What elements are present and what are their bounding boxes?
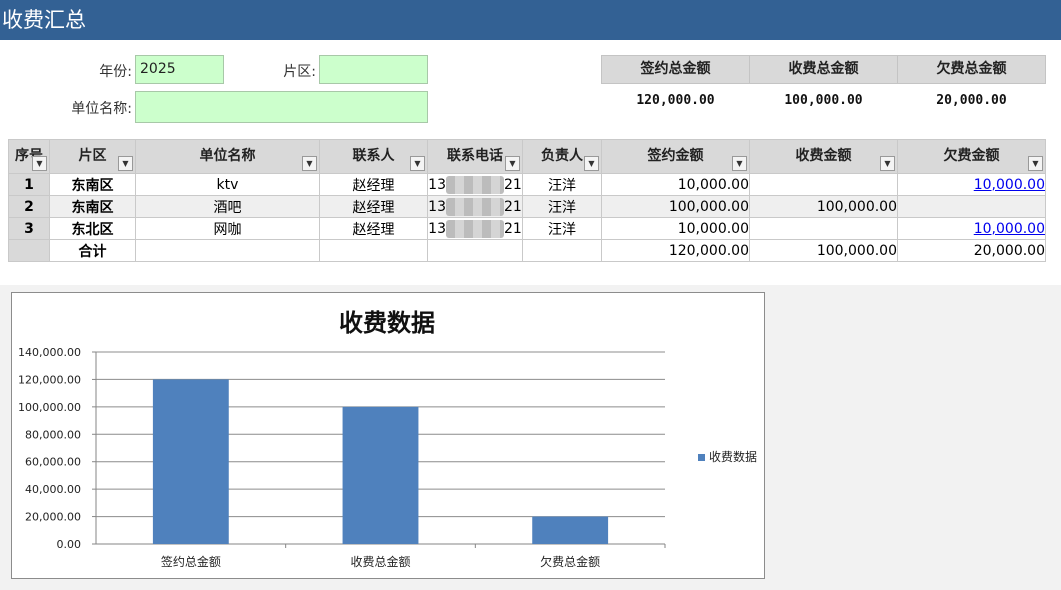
bar <box>342 406 419 544</box>
chart-plot: 0.00 20,000.00 40,000.00 60,000.00 80,000.00… <box>18 346 666 569</box>
y-tick-label: 60,000.00 <box>25 456 81 469</box>
y-tick-label: 80,000.00 <box>25 428 81 441</box>
row-index: 3 <box>8 217 50 240</box>
y-tick-label: 140,000.00 <box>18 346 81 359</box>
total-label: 合计 <box>49 239 136 262</box>
col-header-owed: 欠费金额 ▼ <box>897 139 1046 174</box>
row-index: 2 <box>8 195 50 218</box>
owner-cell: 汪洋 <box>522 173 602 196</box>
paid-cell: 100,000.00 <box>749 195 898 218</box>
phone-cell: 13 21 <box>427 195 523 218</box>
total-owed: 20,000.00 <box>897 239 1046 262</box>
col-header-index: 序号 ▼ <box>8 139 50 174</box>
owner-cell: 汪洋 <box>522 217 602 240</box>
y-tick-label: 120,000.00 <box>18 373 81 386</box>
y-tick-label: 0.00 <box>57 538 82 551</box>
summary-header-signed: 签约总金额 <box>601 55 750 84</box>
y-tick-label: 40,000.00 <box>25 483 81 496</box>
phone-cell: 13 21 <box>427 217 523 240</box>
col-header-phone: 联系电话 ▼ <box>427 139 523 174</box>
col-header-unit: 单位名称 ▼ <box>135 139 320 174</box>
table-row: 1 东南区 ktv 赵经理 13 21 汪洋 10,000.00 10,000.0… <box>8 173 1046 196</box>
area-cell: 东南区 <box>49 195 136 218</box>
redacted-blur <box>446 175 504 194</box>
empty-cell <box>319 239 428 262</box>
total-signed: 120,000.00 <box>601 239 750 262</box>
phone-cell: 13 21 <box>427 173 523 196</box>
summary-value-owed: 20,000.00 <box>936 93 1007 108</box>
unit-name-label: 单位名称: <box>71 101 132 117</box>
legend-swatch <box>698 454 705 461</box>
area-cell: 东南区 <box>49 173 136 196</box>
unit-cell: 酒吧 <box>135 195 320 218</box>
filter-dropdown-icon[interactable]: ▼ <box>1028 156 1043 171</box>
unit-name-input[interactable] <box>135 91 428 123</box>
x-tick-label: 签约总金额 <box>161 554 221 569</box>
summary-value-paid: 100,000.00 <box>784 93 863 108</box>
filter-dropdown-icon[interactable]: ▼ <box>410 156 425 171</box>
filter-dropdown-icon[interactable]: ▼ <box>880 156 895 171</box>
owed-link[interactable] <box>897 195 1046 218</box>
contact-cell: 赵经理 <box>319 173 428 196</box>
row-index <box>8 239 50 262</box>
legend-label: 收费数据 <box>709 450 758 464</box>
table-header-row: 序号 ▼ 片区 ▼ 单位名称 ▼ 联系人 ▼ 联系电话 ▼ 负责人 ▼ 签约金额 ▼ 收费金额… <box>8 139 1046 174</box>
filter-dropdown-icon[interactable]: ▼ <box>302 156 317 171</box>
row-index: 1 <box>8 173 50 196</box>
summary-header-owed: 欠费总金额 <box>897 55 1046 84</box>
year-input[interactable]: 2025 <box>135 55 224 84</box>
x-tick-label: 收费总金额 <box>350 554 410 569</box>
bar <box>532 516 609 544</box>
total-row: 合计 120,000.00 100,000.00 20,000.00 <box>8 239 1046 262</box>
filter-dropdown-icon[interactable]: ▼ <box>118 156 133 171</box>
summary-header-paid: 收费总金额 <box>749 55 898 84</box>
summary-value-signed: 120,000.00 <box>636 93 715 108</box>
filter-dropdown-icon[interactable]: ▼ <box>732 156 747 171</box>
signed-cell: 10,000.00 <box>601 173 750 196</box>
table-row: 2 东南区 酒吧 赵经理 13 21 汪洋 100,000.00 100,000.… <box>8 195 1046 218</box>
year-label: 年份: <box>99 64 132 80</box>
area-cell: 东北区 <box>49 217 136 240</box>
redacted-blur <box>446 219 504 238</box>
unit-cell: ktv <box>135 173 320 196</box>
col-header-owner: 负责人 ▼ <box>522 139 602 174</box>
y-tick-label: 100,000.00 <box>18 401 81 414</box>
area-label: 片区: <box>283 64 316 80</box>
empty-cell <box>135 239 320 262</box>
col-header-signed: 签约金额 ▼ <box>601 139 750 174</box>
area-input[interactable] <box>319 55 428 84</box>
fee-chart[interactable]: 收费数据 0.00 20,000.00 40,000.00 60,000.00 80,0… <box>11 292 765 579</box>
total-paid: 100,000.00 <box>749 239 898 262</box>
table-row: 3 东北区 网咖 赵经理 13 21 汪洋 10,000.00 10,000.00 <box>8 217 1046 240</box>
paid-cell <box>749 217 898 240</box>
paid-cell <box>749 173 898 196</box>
filter-dropdown-icon[interactable]: ▼ <box>584 156 599 171</box>
owed-link[interactable]: 10,000.00 <box>897 173 1046 196</box>
filter-dropdown-icon[interactable]: ▼ <box>32 156 47 171</box>
y-tick-label: 20,000.00 <box>25 511 81 524</box>
contact-cell: 赵经理 <box>319 195 428 218</box>
col-header-paid: 收费金额 ▼ <box>749 139 898 174</box>
unit-cell: 网咖 <box>135 217 320 240</box>
col-header-area: 片区 ▼ <box>49 139 136 174</box>
contact-cell: 赵经理 <box>319 217 428 240</box>
chart-legend: 收费数据 <box>698 448 757 465</box>
x-tick-label: 欠费总金额 <box>540 554 600 569</box>
empty-cell <box>522 239 602 262</box>
filter-dropdown-icon[interactable]: ▼ <box>505 156 520 171</box>
signed-cell: 10,000.00 <box>601 217 750 240</box>
bar <box>152 379 229 544</box>
page-title: 收费汇总 <box>0 0 1061 40</box>
empty-cell <box>427 239 523 262</box>
redacted-blur <box>446 197 504 216</box>
owner-cell: 汪洋 <box>522 195 602 218</box>
signed-cell: 100,000.00 <box>601 195 750 218</box>
col-header-contact: 联系人 ▼ <box>319 139 428 174</box>
fee-table: 序号 ▼ 片区 ▼ 单位名称 ▼ 联系人 ▼ 联系电话 ▼ 负责人 ▼ 签约金额 ▼ 收费金额… <box>8 139 1046 262</box>
owed-link[interactable]: 10,000.00 <box>897 217 1046 240</box>
